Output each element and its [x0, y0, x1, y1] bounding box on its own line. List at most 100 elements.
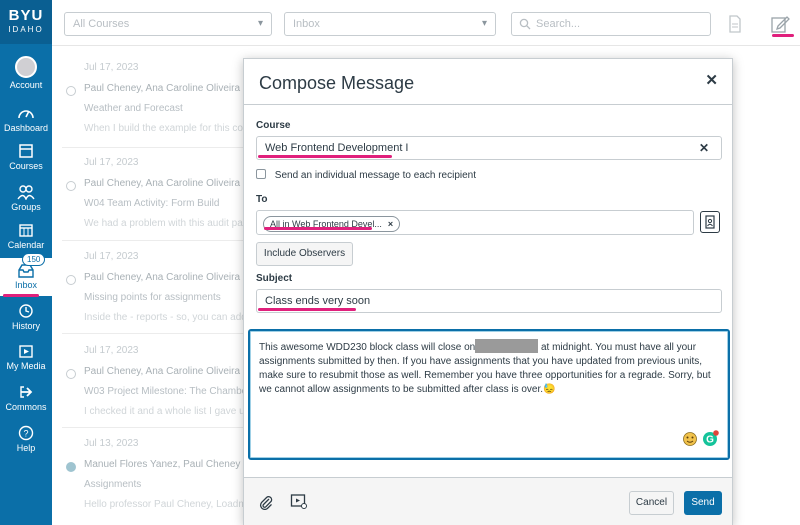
message-date: Jul 13, 2023	[84, 438, 139, 449]
subject-label: Subject	[256, 273, 293, 284]
message-date: Jul 17, 2023	[84, 157, 139, 168]
nav-my-media-label: My Media	[6, 361, 46, 371]
message-subject: Assignments	[84, 479, 142, 490]
inbox-icon	[18, 264, 34, 278]
compose-message-dialog: Compose Message ✕ Course Web Frontend De…	[243, 58, 733, 525]
unread-indicator[interactable]	[66, 181, 76, 191]
inbox-toolbar: All Courses ▾ Inbox ▾ Search...	[52, 0, 800, 46]
send-button[interactable]: Send	[684, 491, 722, 515]
nav-calendar[interactable]: Calendar	[0, 222, 52, 250]
nav-my-media[interactable]: My Media	[0, 343, 52, 371]
dialog-footer: Cancel Send	[244, 477, 732, 525]
emoji-picker-icon[interactable]	[682, 431, 698, 447]
individual-message-label: Send an individual message to each recip…	[274, 170, 477, 181]
nav-dashboard[interactable]: Dashboard	[0, 105, 52, 133]
dialog-title: Compose Message	[259, 73, 415, 93]
message-subject: Weather and Forecast	[84, 103, 183, 114]
annotation-underline-course	[258, 155, 392, 158]
courses-icon	[19, 144, 33, 158]
nav-inbox[interactable]: 150 Inbox	[0, 253, 52, 296]
nav-commons-label: Commons	[5, 402, 47, 412]
close-icon[interactable]: ✕	[705, 71, 718, 89]
nav-account-label: Account	[9, 80, 43, 90]
send-label: Send	[691, 497, 715, 508]
message-subject: W03 Project Milestone: The Chamber Di	[84, 386, 263, 397]
history-icon	[19, 304, 33, 318]
annotation-underline-compose	[772, 34, 794, 37]
address-book-button[interactable]	[700, 211, 720, 233]
svg-text:G: G	[706, 435, 714, 446]
course-filter-value: All Courses	[73, 18, 130, 30]
chevron-down-icon: ▾	[481, 18, 487, 29]
unread-indicator[interactable]	[66, 86, 76, 96]
groups-icon	[17, 185, 35, 200]
nav-account[interactable]: Account	[0, 56, 52, 90]
message-body-text-before: This awesome WDD230 block class will clo…	[259, 342, 476, 353]
inbox-badge: 150	[22, 253, 46, 266]
nav-inbox-label: Inbox	[14, 280, 38, 290]
nav-dashboard-label: Dashboard	[3, 123, 49, 133]
recipient-field[interactable]: All in Web Frontend Devel... ×	[256, 210, 694, 235]
my-media-icon	[19, 345, 33, 358]
search-placeholder: Search...	[536, 18, 581, 30]
nav-calendar-label: Calendar	[7, 240, 45, 250]
message-participants: Paul Cheney, Ana Caroline Oliveira Facc	[84, 83, 265, 94]
to-label: To	[256, 194, 268, 205]
nav-commons[interactable]: Commons	[0, 384, 52, 412]
nav-history-label: History	[11, 321, 40, 331]
svg-text:?: ?	[23, 429, 28, 439]
include-observers-label: Include Observers	[263, 248, 346, 259]
grammarly-icon[interactable]: G	[702, 430, 719, 447]
global-nav: BYU IDAHO Account Dashboard Courses Grou…	[0, 0, 52, 525]
message-participants: Manuel Flores Yanez, Paul Cheney	[84, 459, 241, 470]
nav-courses[interactable]: Courses	[0, 143, 52, 171]
commons-icon	[20, 386, 33, 398]
nav-help-label: Help	[16, 443, 36, 453]
redacted-date	[475, 339, 539, 353]
message-subject: Missing points for assignments	[84, 292, 221, 303]
nav-help[interactable]: ? Help	[0, 425, 52, 453]
nav-groups-label: Groups	[11, 202, 41, 212]
dashboard-icon	[18, 110, 34, 119]
message-preview: Hello professor Paul Cheney, Loadmap...	[84, 499, 267, 510]
message-preview: We had a problem with this audit page...	[84, 218, 263, 229]
dialog-header: Compose Message ✕	[244, 59, 732, 105]
search-input[interactable]: Search...	[511, 12, 711, 36]
nav-history[interactable]: History	[0, 303, 52, 331]
message-participants: Paul Cheney, Ana Caroline Oliveira Facc	[84, 366, 265, 377]
message-subject: W04 Team Activity: Form Build	[84, 198, 220, 209]
message-date: Jul 17, 2023	[84, 251, 139, 262]
logo-line2: IDAHO	[8, 25, 44, 34]
individual-message-checkbox[interactable]: Send an individual message to each recip…	[256, 169, 476, 181]
attachment-icon[interactable]	[258, 494, 274, 510]
unread-indicator[interactable]	[66, 462, 76, 472]
address-book-icon	[705, 215, 715, 229]
nav-groups[interactable]: Groups	[0, 184, 52, 212]
avatar	[15, 56, 37, 78]
mailbox-filter-value: Inbox	[293, 18, 320, 30]
sad-emoji: 😓	[543, 384, 556, 395]
course-value: Web Frontend Development I	[265, 142, 409, 154]
logo-line1: BYU	[8, 7, 44, 24]
document-icon[interactable]	[725, 14, 745, 34]
search-icon	[519, 18, 531, 30]
byu-idaho-logo[interactable]: BYU IDAHO	[0, 0, 52, 44]
message-body-textarea[interactable]: This awesome WDD230 block class will clo…	[248, 329, 730, 460]
nav-courses-label: Courses	[9, 161, 43, 171]
cancel-button[interactable]: Cancel	[629, 491, 674, 515]
mailbox-filter-select[interactable]: Inbox ▾	[284, 12, 496, 36]
subject-value: Class ends very soon	[265, 295, 371, 307]
remove-recipient-icon[interactable]: ×	[388, 219, 393, 229]
compose-icon[interactable]	[770, 14, 790, 34]
cancel-label: Cancel	[635, 497, 668, 508]
checkbox-icon	[256, 169, 266, 179]
clear-course-icon[interactable]: ✕	[699, 141, 709, 155]
unread-indicator[interactable]	[66, 275, 76, 285]
annotation-underline-recipient	[264, 227, 372, 230]
message-preview: Inside the - reports - so, you can add a…	[84, 312, 270, 323]
unread-indicator[interactable]	[66, 369, 76, 379]
include-observers-button[interactable]: Include Observers	[256, 242, 353, 266]
media-record-icon[interactable]	[290, 493, 308, 510]
annotation-underline-inbox	[3, 294, 39, 297]
course-filter-select[interactable]: All Courses ▾	[64, 12, 272, 36]
